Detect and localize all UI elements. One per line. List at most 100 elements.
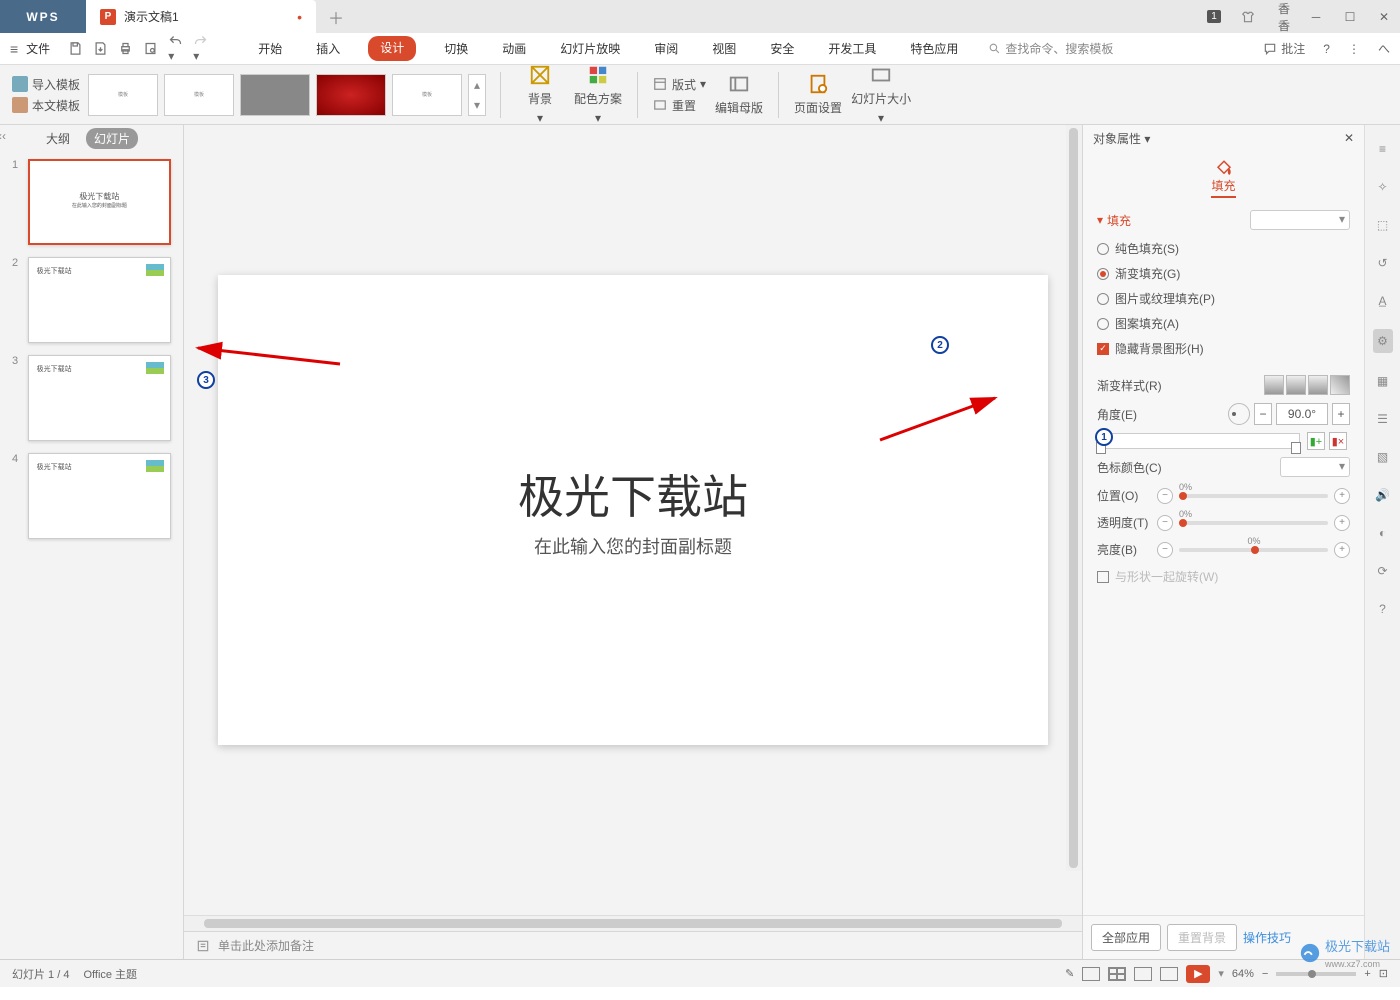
reset-button[interactable]: 重置 bbox=[652, 97, 706, 114]
page-setup-button[interactable]: 页面设置 bbox=[793, 73, 843, 116]
tab-review[interactable]: 审阅 bbox=[648, 36, 684, 61]
undo-icon[interactable]: ▾ bbox=[168, 34, 183, 63]
template-thumb[interactable]: 模板 bbox=[392, 74, 462, 116]
tab-start[interactable]: 开始 bbox=[252, 36, 288, 61]
slides-tab[interactable]: 幻灯片 bbox=[86, 128, 138, 149]
zoom-slider[interactable] bbox=[1276, 972, 1356, 976]
layout-button[interactable]: 版式 ▾ bbox=[652, 76, 706, 93]
save-icon[interactable] bbox=[68, 41, 83, 56]
angle-increase[interactable]: + bbox=[1332, 403, 1350, 425]
slide-thumbnail-1[interactable]: 1 极光下载站在此输入您的封面副标题 bbox=[12, 159, 171, 245]
position-slider[interactable]: 0% bbox=[1179, 494, 1328, 498]
picture-fill-radio[interactable]: 图片或纹理填充(P) bbox=[1097, 290, 1350, 307]
template-more[interactable]: ▴▾ bbox=[468, 74, 486, 116]
tab-special[interactable]: 特色应用 bbox=[904, 36, 964, 61]
menu-drawer-icon[interactable]: ≡ bbox=[1373, 139, 1393, 159]
brightness-slider[interactable]: 0% bbox=[1179, 548, 1328, 552]
sound-icon[interactable]: 🔊 bbox=[1373, 485, 1393, 505]
slide-subtitle[interactable]: 在此输入您的封面副标题 bbox=[534, 533, 732, 559]
spellcheck-icon[interactable]: ✎ bbox=[1065, 967, 1074, 980]
document-tab[interactable]: P 演示文稿1 • bbox=[86, 0, 316, 33]
tips-link[interactable]: 操作技巧 bbox=[1243, 929, 1291, 946]
notification-badge[interactable]: 1 bbox=[1198, 0, 1230, 33]
template-thumb[interactable]: 模板 bbox=[88, 74, 158, 116]
edit-master-button[interactable]: 编辑母版 bbox=[714, 73, 764, 116]
template-thumb[interactable] bbox=[316, 74, 386, 116]
zoom-out-button[interactable]: − bbox=[1262, 968, 1268, 980]
import-template-button[interactable]: 导入模板 bbox=[12, 76, 80, 93]
notes-view-button[interactable] bbox=[1160, 967, 1178, 981]
tab-security[interactable]: 安全 bbox=[764, 36, 800, 61]
star-icon[interactable]: ✧ bbox=[1373, 177, 1393, 197]
user-account[interactable]: 香香 bbox=[1266, 0, 1298, 33]
notes-pane[interactable]: 单击此处添加备注 bbox=[184, 931, 1082, 959]
tab-insert[interactable]: 插入 bbox=[310, 36, 346, 61]
tab-transition[interactable]: 切换 bbox=[438, 36, 474, 61]
print-icon[interactable] bbox=[118, 41, 133, 56]
maximize-button[interactable]: ☐ bbox=[1334, 0, 1366, 33]
reset-bg-button[interactable]: 重置背景 bbox=[1167, 924, 1237, 951]
skin-icon[interactable] bbox=[1232, 0, 1264, 33]
this-doc-template-button[interactable]: 本文模板 bbox=[12, 97, 80, 114]
zoom-value[interactable]: 64% bbox=[1232, 968, 1254, 980]
history-icon[interactable]: ⟳ bbox=[1373, 561, 1393, 581]
fill-preset-select[interactable]: ▾ bbox=[1250, 210, 1350, 230]
slide-thumbnail-4[interactable]: 4 极光下载站 bbox=[12, 453, 171, 539]
gradient-style-picker[interactable] bbox=[1264, 375, 1350, 395]
brightness-decrease[interactable]: − bbox=[1157, 542, 1173, 558]
close-window-button[interactable]: ✕ bbox=[1368, 0, 1400, 33]
gradient-stop[interactable] bbox=[1291, 442, 1301, 454]
collapse-pane-icon[interactable]: ‹‹ bbox=[0, 129, 6, 143]
tab-design[interactable]: 设计 bbox=[368, 36, 416, 61]
wps-logo[interactable]: WPS bbox=[0, 0, 86, 33]
more-icon[interactable]: ⋮ bbox=[1348, 42, 1360, 56]
tab-slideshow[interactable]: 幻灯片放映 bbox=[554, 36, 626, 61]
collapse-ribbon-icon[interactable]: へ bbox=[1378, 40, 1390, 57]
pattern-fill-radio[interactable]: 图案填充(A) bbox=[1097, 315, 1350, 332]
angle-dial[interactable] bbox=[1228, 403, 1250, 425]
menu-icon[interactable]: ≡ bbox=[10, 41, 18, 57]
vertical-scrollbar[interactable] bbox=[1066, 125, 1082, 871]
tab-view[interactable]: 视图 bbox=[706, 36, 742, 61]
transparency-slider[interactable]: 0% bbox=[1179, 521, 1328, 525]
angle-value[interactable]: 90.0° bbox=[1276, 403, 1328, 425]
reading-view-button[interactable] bbox=[1134, 967, 1152, 981]
template-thumb[interactable] bbox=[240, 74, 310, 116]
add-stop-button[interactable]: ▮+ bbox=[1307, 432, 1325, 450]
command-search[interactable]: 查找命令、搜索模板 bbox=[988, 40, 1113, 57]
hide-bg-checkbox[interactable]: ✓隐藏背景图形(H) bbox=[1097, 340, 1350, 357]
sync-icon[interactable]: ↺ bbox=[1373, 253, 1393, 273]
help-icon[interactable]: ? bbox=[1323, 42, 1330, 56]
select-icon[interactable]: ⬚ bbox=[1373, 215, 1393, 235]
slide-title[interactable]: 极光下载站 bbox=[518, 461, 748, 527]
tab-dirty-dot[interactable]: • bbox=[297, 9, 302, 25]
comments-button[interactable]: 批注 bbox=[1263, 40, 1305, 57]
minimize-button[interactable]: ─ bbox=[1300, 0, 1332, 33]
tab-dev[interactable]: 开发工具 bbox=[822, 36, 882, 61]
horizontal-scrollbar[interactable] bbox=[184, 915, 1082, 931]
color-scheme-button[interactable]: 配色方案 ▾ bbox=[573, 64, 623, 125]
image-library-icon[interactable]: ▦ bbox=[1373, 371, 1393, 391]
slide-canvas[interactable]: 极光下载站 在此输入您的封面副标题 bbox=[218, 275, 1048, 745]
angle-decrease[interactable]: − bbox=[1254, 403, 1272, 425]
background-button[interactable]: 背景 ▾ bbox=[515, 64, 565, 125]
fill-section-header[interactable]: ▾ 填充▾ bbox=[1097, 210, 1350, 230]
new-tab-button[interactable]: ＋ bbox=[316, 0, 356, 33]
position-increase[interactable]: + bbox=[1334, 488, 1350, 504]
slide-thumbnail-2[interactable]: 2 极光下载站 bbox=[12, 257, 171, 343]
layers-icon[interactable]: ☰ bbox=[1373, 409, 1393, 429]
brightness-increase[interactable]: + bbox=[1334, 542, 1350, 558]
transparency-increase[interactable]: + bbox=[1334, 515, 1350, 531]
print-preview-icon[interactable] bbox=[143, 41, 158, 56]
solid-fill-radio[interactable]: 纯色填充(S) bbox=[1097, 240, 1350, 257]
outline-tab[interactable]: 大纲 bbox=[38, 128, 78, 149]
template-gallery[interactable]: 模板 模板 模板 ▴▾ bbox=[88, 74, 486, 116]
slideshow-button[interactable]: ▶ bbox=[1186, 965, 1210, 983]
properties-icon[interactable]: ⚙ bbox=[1373, 329, 1393, 353]
transparency-decrease[interactable]: − bbox=[1157, 515, 1173, 531]
normal-view-button[interactable] bbox=[1082, 967, 1100, 981]
sorter-view-button[interactable] bbox=[1108, 967, 1126, 981]
slide-thumbnail-3[interactable]: 3 极光下载站 bbox=[12, 355, 171, 441]
slide-size-button[interactable]: 幻灯片大小 ▾ bbox=[851, 64, 911, 125]
fill-tab[interactable]: 填充 bbox=[1083, 151, 1364, 202]
